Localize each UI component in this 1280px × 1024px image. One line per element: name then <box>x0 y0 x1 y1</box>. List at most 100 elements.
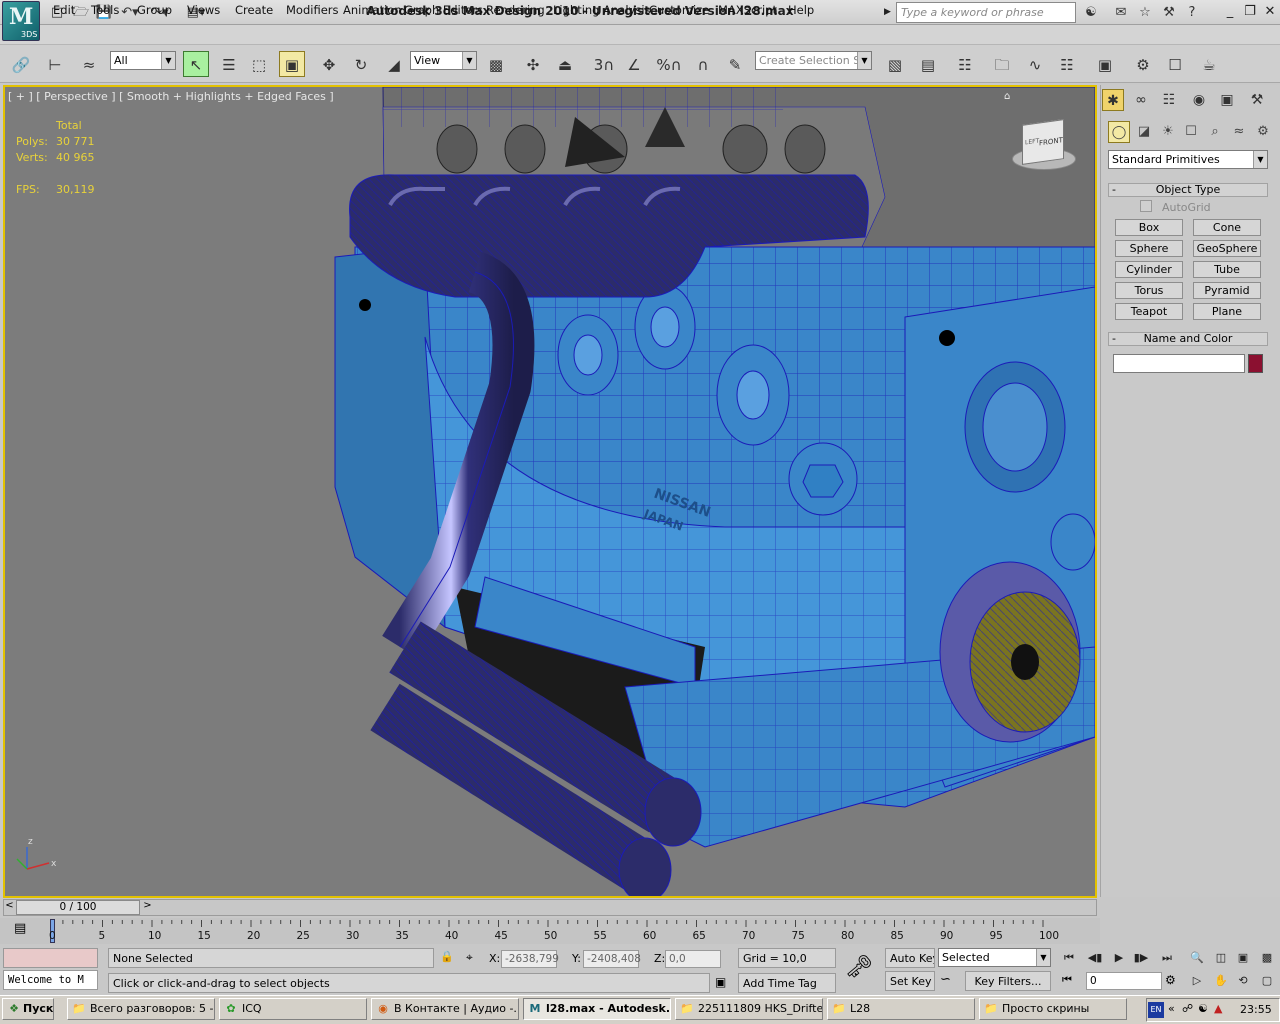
pan-view-icon[interactable]: ✋ <box>1210 971 1232 991</box>
selection-lock-icon[interactable]: 🔒 <box>440 950 454 966</box>
motion-tab-icon[interactable]: ◉ <box>1188 89 1210 111</box>
taskbar-item-l28-folder[interactable]: 📁 L28 <box>827 998 975 1020</box>
set-key-icon[interactable]: 🗝 <box>845 955 877 981</box>
zoom-extents-all-icon[interactable]: ▩ <box>1256 948 1278 968</box>
key-mode-toggle-icon[interactable]: ⏮ <box>1062 973 1082 991</box>
taskbar-item-3dsmax[interactable]: Ml28.max - Autodesk... <box>523 998 671 1020</box>
viewport-label-menu[interactable]: [ + ] [ Perspective ] [ Smooth + Highlig… <box>8 90 334 103</box>
tools-icon[interactable]: ⚒ <box>1158 3 1180 22</box>
pivot-center-icon[interactable]: ▩ <box>483 51 509 77</box>
language-indicator[interactable]: EN <box>1148 1002 1164 1018</box>
time-tag-icon[interactable]: ▣ <box>715 975 731 991</box>
application-button[interactable]: M 3DS <box>2 1 40 41</box>
time-configuration-icon[interactable]: ⚙ <box>1165 973 1183 991</box>
select-manipulate-icon[interactable]: ✣ <box>520 51 546 77</box>
select-and-link-icon[interactable]: 🔗 <box>8 51 34 77</box>
add-time-tag-button[interactable]: Add Time Tag <box>738 973 836 993</box>
binoculars-icon[interactable]: ☯ <box>1080 3 1102 22</box>
object-name-input[interactable] <box>1113 354 1245 373</box>
angle-snap-icon[interactable]: ∠ <box>621 51 647 77</box>
rendered-frame-window-icon[interactable]: ☐ <box>1162 51 1188 77</box>
align-icon[interactable]: ▤ <box>915 51 941 77</box>
coord-z-field[interactable]: 0,0 <box>665 950 721 968</box>
select-and-move-icon[interactable]: ✥ <box>316 51 342 77</box>
start-button[interactable]: ❖ Пуск <box>2 998 54 1020</box>
schematic-view-icon[interactable]: ☷ <box>1054 51 1080 77</box>
minimize-icon[interactable]: _ <box>1220 3 1240 21</box>
zoom-all-icon[interactable]: ◫ <box>1210 948 1232 968</box>
named-selection-sets-dropdown[interactable]: Create Selection Se ▼ <box>755 51 872 70</box>
current-frame-field[interactable]: 0 <box>1086 972 1162 990</box>
render-setup-icon[interactable]: ⚙ <box>1130 51 1156 77</box>
torus-button[interactable]: Torus <box>1115 282 1183 299</box>
tray-chevron-icon[interactable]: « <box>1168 1002 1175 1015</box>
viewcube-home-icon[interactable]: ⌂ <box>1004 91 1014 102</box>
coord-x-field[interactable]: -2638,799 <box>501 950 559 968</box>
set-key-button[interactable]: Set Key <box>885 971 935 991</box>
search-expand-icon[interactable]: ▶ <box>884 3 896 22</box>
cameras-category-icon[interactable]: ☐ <box>1180 121 1202 143</box>
taskbar-item-vkontakte[interactable]: ◉ В Контакте | Аудио -... <box>371 998 519 1020</box>
key-filters-button[interactable]: Key Filters... <box>965 971 1051 991</box>
menu-animation[interactable]: Animation <box>343 3 402 17</box>
zoom-icon[interactable]: 🔍 <box>1186 948 1208 968</box>
taskbar-item-screens-folder[interactable]: 📁 Просто скрины <box>979 998 1127 1020</box>
maxscript-mini-listener-pink[interactable] <box>3 948 98 968</box>
menu-tools[interactable]: Tools <box>91 3 119 17</box>
box-button[interactable]: Box <box>1115 219 1183 236</box>
close-icon[interactable]: ✕ <box>1260 3 1280 21</box>
percent-snap-icon[interactable]: %∩ <box>654 51 684 77</box>
layer-manager-icon[interactable]: ☷ <box>952 51 978 77</box>
select-and-rotate-icon[interactable]: ↻ <box>348 51 374 77</box>
rectangular-selection-icon[interactable]: ⬚ <box>246 51 272 77</box>
maximize-viewport-icon[interactable]: ▢ <box>1256 971 1278 991</box>
select-by-name-icon[interactable]: ☰ <box>216 51 242 77</box>
utilities-tab-icon[interactable]: ⚒ <box>1246 89 1268 111</box>
select-and-scale-icon[interactable]: ◢ <box>381 51 407 77</box>
create-tab-icon[interactable]: ✱ <box>1102 89 1124 111</box>
menu-edit[interactable]: Edit <box>53 3 75 17</box>
object-category-dropdown[interactable]: Standard Primitives ▼ <box>1108 150 1268 169</box>
pyramid-button[interactable]: Pyramid <box>1193 282 1261 299</box>
field-of-view-icon[interactable]: ▷ <box>1186 971 1208 991</box>
selection-filter-dropdown[interactable]: All ▼ <box>110 51 176 70</box>
maxscript-mini-listener[interactable]: Welcome to M <box>3 970 98 990</box>
infocenter-search-input[interactable]: Type a keyword or phrase <box>896 2 1076 23</box>
taskbar-item-icq[interactable]: ✿ ICQ <box>219 998 367 1020</box>
keyboard-shortcut-override-icon[interactable]: ⏏ <box>552 51 578 77</box>
sphere-button[interactable]: Sphere <box>1115 240 1183 257</box>
menu-customize[interactable]: Customize <box>649 3 709 17</box>
communication-center-icon[interactable]: ✉ <box>1110 3 1132 22</box>
time-slider-thumb[interactable]: 0 / 100 <box>16 900 140 915</box>
graphite-modeling-icon[interactable]: 🗀 <box>989 51 1015 77</box>
bind-space-warp-icon[interactable]: ≈ <box>76 51 102 77</box>
menu-maxscript[interactable]: MAXScript <box>718 3 777 17</box>
menu-graph-editors[interactable]: Graph Editors <box>404 3 483 17</box>
select-object-icon[interactable]: ↖ <box>183 51 209 77</box>
display-tab-icon[interactable]: ▣ <box>1216 89 1238 111</box>
snaps-toggle-icon[interactable]: 3∩ <box>589 51 619 77</box>
zoom-extents-icon[interactable]: ▣ <box>1232 948 1254 968</box>
play-icon[interactable]: ▶ <box>1108 948 1130 968</box>
menu-modifiers[interactable]: Modifiers <box>286 3 339 17</box>
curve-editor-icon[interactable]: ∿ <box>1022 51 1048 77</box>
mini-curve-editor-icon[interactable]: ▤ <box>14 921 34 941</box>
next-frame-icon[interactable]: ▮▶ <box>1130 948 1152 968</box>
helpers-category-icon[interactable]: ⌕ <box>1204 121 1226 143</box>
default-tangents-icon[interactable]: ∽ <box>940 972 960 990</box>
taskbar-item-chat[interactable]: 📁 Всего разговоров: 5 -... <box>67 998 215 1020</box>
mirror-icon[interactable]: ▧ <box>882 51 908 77</box>
spinner-snap-icon[interactable]: ∩ <box>690 51 716 77</box>
cylinder-button[interactable]: Cylinder <box>1115 261 1183 278</box>
perspective-viewport[interactable]: NISSAN JAPAN z x <box>3 85 1097 898</box>
geometry-category-icon[interactable]: ◯ <box>1108 121 1130 143</box>
menu-create[interactable]: Create <box>235 3 273 17</box>
absolute-transform-icon[interactable]: ⌖ <box>466 950 482 966</box>
space-warps-category-icon[interactable]: ≈ <box>1228 121 1250 143</box>
unlink-icon[interactable]: ⊢ <box>42 51 68 77</box>
systems-category-icon[interactable]: ⚙ <box>1252 121 1274 143</box>
time-slider[interactable] <box>3 899 1097 916</box>
go-to-end-icon[interactable]: ⏭ <box>1156 948 1178 968</box>
cone-button[interactable]: Cone <box>1193 219 1261 236</box>
menu-views[interactable]: Views <box>187 3 220 17</box>
